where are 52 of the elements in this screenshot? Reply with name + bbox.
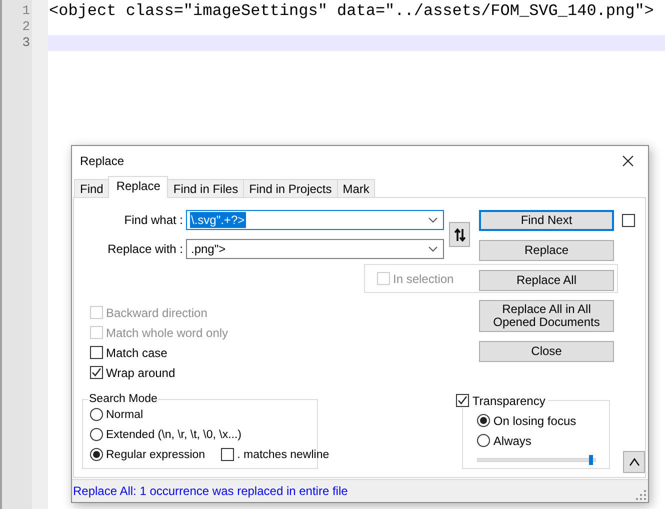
- dialog-button[interactable]: Close: [479, 341, 614, 362]
- line-number: 1: [21, 3, 31, 19]
- field-label: Find what :: [123, 213, 183, 227]
- status-message: Replace All: 1 occurrence was replaced in entire file: [73, 484, 348, 498]
- slider-thumb[interactable]: [588, 455, 593, 465]
- radio-button[interactable]: [90, 428, 103, 441]
- tab[interactable]: Replace: [108, 176, 168, 198]
- checkbox-label: Wrap around: [106, 366, 176, 380]
- checkbox[interactable]: [90, 366, 103, 379]
- checkbox-label: In selection: [393, 272, 454, 286]
- field-label: Replace with :: [106, 242, 183, 256]
- tab[interactable]: Find in Projects: [243, 179, 338, 197]
- radio-label: Regular expression: [106, 448, 206, 460]
- dialog-button[interactable]: Replace: [479, 240, 614, 261]
- radio-button[interactable]: [90, 448, 103, 461]
- close-icon: [622, 155, 634, 167]
- resize-grip-icon: [636, 490, 646, 500]
- checkbox[interactable]: [221, 448, 234, 461]
- radio-button[interactable]: [477, 414, 490, 427]
- radio-label: On losing focus: [493, 414, 576, 428]
- checkbox-label: . matches newline: [237, 448, 330, 460]
- code-line: <object class="imageSettings" data="../assets/FOM_SVG_140.png">: [49, 2, 654, 20]
- tab[interactable]: Find: [74, 179, 110, 197]
- find-field[interactable]: \.svg".+?>: [186, 210, 444, 230]
- radio-label: Extended (\n, \r, \t, \0, \x...): [106, 428, 242, 440]
- replace-field[interactable]: .png">: [186, 239, 444, 259]
- checkbox-label: Transparency: [472, 394, 546, 408]
- chevron-icon: [428, 246, 438, 252]
- line-number: 2: [21, 19, 31, 35]
- checkbox[interactable]: [456, 394, 470, 407]
- swap-arrows-icon: [454, 228, 466, 242]
- radio-label: Always: [493, 434, 532, 448]
- group-title: Search Mode: [89, 393, 158, 405]
- dialog-button[interactable]: Replace All: [479, 270, 614, 291]
- checkbox-label: Match case: [106, 346, 168, 360]
- caret-icon: [628, 458, 640, 466]
- checkbox-label: Backward direction: [106, 306, 208, 320]
- radio-label: Normal: [106, 408, 144, 420]
- radio-button[interactable]: [90, 408, 103, 421]
- chevron-icon: [428, 217, 438, 223]
- line-number: 3: [21, 35, 31, 51]
- collapse-button[interactable]: [623, 451, 646, 473]
- tab[interactable]: Mark: [336, 179, 376, 197]
- checkbox-label: Match whole word only: [106, 326, 228, 340]
- dialog-button[interactable]: Find Next: [479, 210, 614, 231]
- dialog-title: Replace: [80, 154, 124, 168]
- tab[interactable]: Find in Files: [167, 179, 244, 197]
- radio-button[interactable]: [477, 434, 490, 447]
- swap-button[interactable]: [449, 222, 470, 247]
- checkbox[interactable]: [622, 214, 635, 227]
- checkbox[interactable]: [90, 346, 103, 359]
- dialog-button[interactable]: Replace All in All Opened Documents: [479, 300, 614, 332]
